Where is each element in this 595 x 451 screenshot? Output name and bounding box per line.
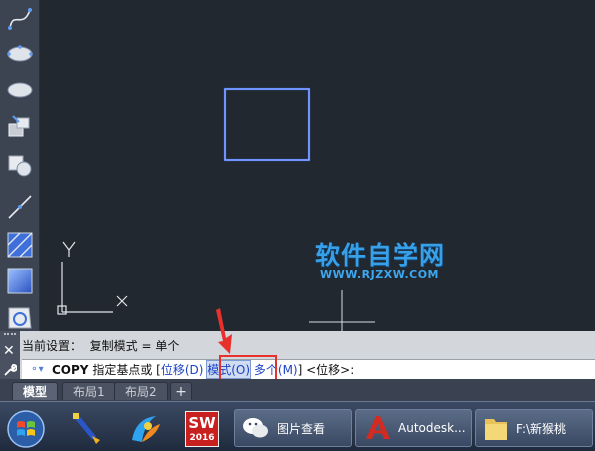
taskbar-window-label: F:\新猴桃 (516, 421, 567, 436)
command-input-line[interactable]: ⚬▾ COPY 指定基点或 [ 位移(D) 模式(O) 多个(M) ] <位移>… (22, 359, 595, 379)
taskbar-window-label: 图片查看 (277, 421, 326, 436)
command-history: 当前设置： 复制模式 = 单个 (22, 339, 180, 353)
create-block-icon[interactable] (4, 148, 36, 182)
pen-tool-icon (73, 413, 100, 444)
hatch-icon[interactable] (4, 228, 36, 262)
drag-grip[interactable] (4, 333, 16, 339)
folder-icon (485, 419, 507, 440)
taskbar: SW 2016 图片查看 Autodesk... F:\新猴桃 (0, 401, 595, 451)
ellipse-icon[interactable] (4, 36, 36, 70)
solidworks-2016-icon[interactable]: SW 2016 (185, 410, 219, 448)
autocad-icon (366, 416, 390, 439)
tab-model[interactable]: 模型 (12, 382, 59, 400)
layout-tabs: 模型 布局1 布局2 + (0, 379, 595, 401)
autocad-window: 软件自学网 WWW.RJZXW.COM ✕ 当前设置： 复制模式 = 单个 ⚬▾… (0, 0, 595, 451)
draw-toolbar (0, 0, 40, 331)
command-prompt-text: 指定基点或 [ (88, 363, 161, 377)
add-layout-button[interactable]: + (170, 382, 192, 400)
crosshair-cursor (309, 290, 375, 331)
windows-logo-icon (7, 410, 45, 448)
taskbar-window-label: Autodesk... (398, 421, 466, 435)
ellipse-arc-icon[interactable] (4, 72, 36, 106)
command-name: COPY (52, 362, 89, 377)
line-icon[interactable] (4, 190, 36, 224)
gradient-icon[interactable] (4, 264, 36, 298)
spline-icon[interactable] (4, 2, 36, 36)
app-icon-1[interactable] (68, 410, 106, 448)
taskbar-window-image-viewer[interactable]: 图片查看 (234, 409, 352, 447)
watermark-title: 软件自学网 (315, 241, 446, 270)
drawing-canvas[interactable] (41, 0, 595, 331)
wechat-icon (243, 418, 268, 438)
drawn-square (223, 87, 311, 162)
solidworks-year: 2016 (189, 432, 215, 443)
close-icon[interactable]: ✕ (3, 343, 15, 359)
region-icon[interactable] (4, 300, 36, 334)
start-button[interactable] (6, 410, 46, 448)
tab-layout2[interactable]: 布局2 (114, 382, 168, 400)
annotation-arrow (216, 308, 232, 354)
wrench-icon[interactable] (3, 363, 17, 377)
command-prompt-tail: ] <位移>: (297, 363, 355, 377)
prompt-chevron-icon[interactable]: ⚬▾ (22, 362, 52, 378)
taskbar-window-folder[interactable]: F:\新猴桃 (475, 409, 593, 447)
tab-layout1[interactable]: 布局1 (62, 382, 116, 400)
app-icon-2[interactable] (126, 410, 164, 448)
option-displacement[interactable]: 位移(D) (161, 361, 204, 378)
taskbar-window-autodesk[interactable]: Autodesk... (355, 409, 472, 447)
command-panel-sidebar: ✕ (0, 331, 20, 379)
insert-block-icon[interactable] (4, 110, 36, 144)
app-swirl-icon (132, 416, 160, 442)
watermark-url: WWW.RJZXW.COM (320, 268, 439, 281)
ucs-icon (57, 241, 128, 315)
solidworks-label: SW (188, 413, 216, 432)
command-panel: ✕ 当前设置： 复制模式 = 单个 ⚬▾ COPY 指定基点或 [ 位移(D) … (0, 331, 595, 379)
